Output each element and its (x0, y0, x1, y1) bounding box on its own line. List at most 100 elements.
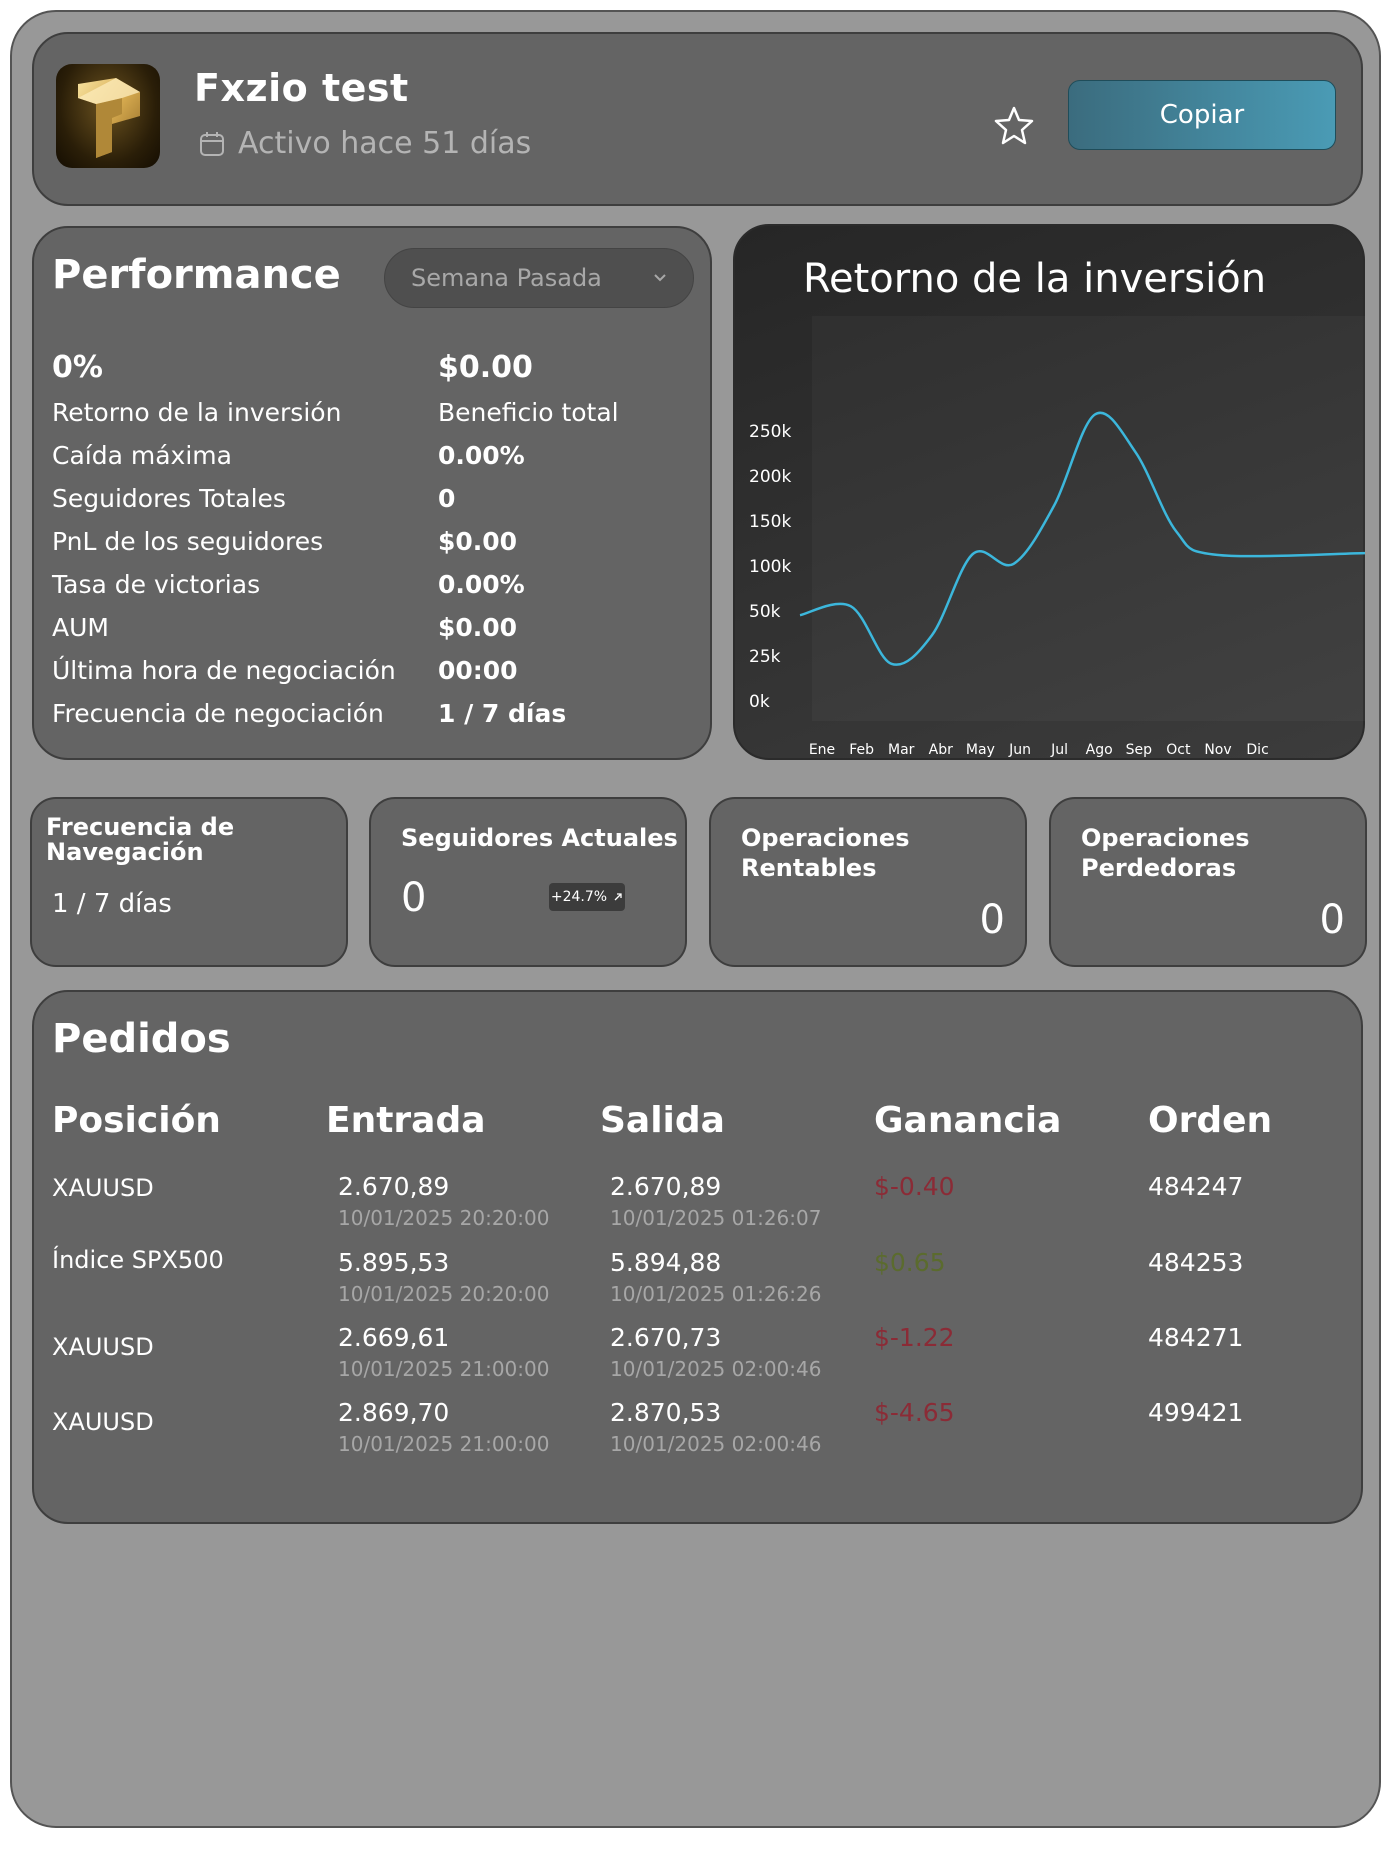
stat-row-win-rate: Tasa de victorias 0.00% (52, 570, 692, 610)
profit-cell: $-1.22 (874, 1323, 955, 1352)
stat-row-max-drawdown: Caída máxima 0.00% (52, 441, 692, 481)
table-row[interactable]: XAUUSD 2.670,89 10/01/2025 20:20:00 2.67… (34, 1172, 1365, 1248)
app-frame: Fxzio test Activo hace 51 días Copiar Pe… (10, 10, 1381, 1828)
y-tick-label: 50k (749, 602, 781, 622)
x-tick-label: Mar (888, 742, 915, 758)
performance-title: Performance (52, 252, 341, 298)
stat-value: 0.00% (438, 441, 525, 470)
entry-time: 10/01/2025 20:20:00 (338, 1206, 550, 1230)
card-value: 0 (979, 897, 1005, 943)
exit-price: 2.670,89 (610, 1172, 722, 1201)
profit-cell: $0.65 (874, 1248, 946, 1277)
stat-value: 0 (438, 484, 456, 513)
x-tick-label: May (966, 742, 995, 758)
profit-label: Beneficio total (438, 398, 619, 427)
arrow-up-right-icon (614, 893, 622, 901)
current-followers-card: Seguidores Actuales 0 +24.7% (369, 797, 687, 967)
exit-time: 10/01/2025 01:26:26 (610, 1282, 822, 1306)
stat-row-total-followers: Seguidores Totales 0 (52, 484, 692, 524)
performance-card: Performance Semana Pasada 0% $0.00 Retor… (32, 226, 712, 760)
stat-value: 00:00 (438, 656, 518, 685)
card-value: 0 (401, 875, 427, 921)
active-since: Activo hace 51 días (198, 126, 531, 161)
x-tick-label: Jul (1050, 742, 1068, 758)
stat-label: Caída máxima (52, 441, 232, 470)
stat-value: 1 / 7 días (438, 699, 567, 728)
column-header-order: Orden (1148, 1100, 1273, 1141)
stat-row-followers-pnl: PnL de los seguidores $0.00 (52, 527, 692, 567)
star-icon[interactable] (992, 104, 1036, 148)
profit-value: $0.00 (438, 350, 533, 385)
stat-row-last-trade-time: Última hora de negociación 00:00 (52, 656, 692, 696)
card-value: 1 / 7 días (52, 889, 172, 919)
logo-mark-icon (78, 78, 140, 158)
y-tick-label: 25k (749, 647, 781, 667)
entry-price: 5.895,53 (338, 1248, 450, 1277)
table-row[interactable]: XAUUSD 2.669,61 10/01/2025 21:00:00 2.67… (34, 1323, 1365, 1399)
order-id: 484271 (1148, 1323, 1244, 1352)
profit-cell: $-0.40 (874, 1172, 955, 1201)
x-tick-label: Sep (1126, 742, 1153, 758)
x-tick-label: Oct (1166, 742, 1191, 758)
symbol-cell: XAUUSD (52, 1408, 154, 1436)
stat-label: Última hora de negociación (52, 656, 396, 685)
copy-button[interactable]: Copiar (1068, 80, 1336, 150)
entry-time: 10/01/2025 20:20:00 (338, 1282, 550, 1306)
profit-cell: $-4.65 (874, 1398, 955, 1427)
stat-label: PnL de los seguidores (52, 527, 324, 556)
column-header-entry: Entrada (326, 1100, 486, 1141)
entry-price: 2.670,89 (338, 1172, 450, 1201)
stat-value: $0.00 (438, 527, 518, 556)
roi-value: 0% (52, 350, 103, 385)
y-tick-label: 250k (749, 422, 791, 442)
trend-badge: +24.7% (549, 883, 625, 911)
card-title: Seguidores Actuales (401, 824, 678, 852)
losing-trades-card: Operaciones Perdedoras 0 (1049, 797, 1367, 967)
exit-price: 2.870,53 (610, 1398, 722, 1427)
roi-line-chart: 0k 25k 50k 100k 150k 200k 250k Ene Feb Mar Abr May J… (749, 316, 1366, 758)
column-header-exit: Salida (600, 1100, 725, 1141)
stat-label: Seguidores Totales (52, 484, 286, 513)
exit-time: 10/01/2025 02:00:46 (610, 1432, 822, 1456)
period-value: Semana Pasada (411, 264, 602, 292)
trader-name: Fxzio test (194, 66, 409, 110)
x-tick-label: Feb (849, 742, 874, 758)
orders-card: Pedidos Posición Entrada Salida Ganancia… (32, 990, 1363, 1524)
entry-price: 2.869,70 (338, 1398, 450, 1427)
period-select[interactable]: Semana Pasada (384, 248, 694, 308)
trader-logo (56, 64, 160, 168)
x-tick-label: Nov (1204, 742, 1231, 758)
orders-title: Pedidos (52, 1016, 231, 1062)
x-tick-label: Dic (1246, 742, 1268, 758)
roi-label: Retorno de la inversión (52, 398, 342, 427)
nav-frequency-card: Frecuencia de Navegación 1 / 7 días (30, 797, 348, 967)
exit-price: 2.670,73 (610, 1323, 722, 1352)
stat-row-aum: AUM $0.00 (52, 613, 692, 653)
order-id: 499421 (1148, 1398, 1244, 1427)
entry-price: 2.669,61 (338, 1323, 450, 1352)
entry-time: 10/01/2025 21:00:00 (338, 1432, 550, 1456)
order-id: 484247 (1148, 1172, 1244, 1201)
stat-label: Tasa de victorias (52, 570, 261, 599)
table-row[interactable]: XAUUSD 2.869,70 10/01/2025 21:00:00 2.87… (34, 1398, 1365, 1474)
table-row[interactable]: Índice SPX500 5.895,53 10/01/2025 20:20:… (34, 1248, 1365, 1324)
card-title: Operaciones Perdedoras (1081, 824, 1250, 882)
profitable-trades-card: Operaciones Rentables 0 (709, 797, 1027, 967)
column-header-position: Posición (52, 1100, 221, 1141)
headline-values: 0% $0.00 (52, 350, 692, 390)
chevron-down-icon (654, 274, 666, 282)
stat-row-trade-frequency: Frecuencia de negociación 1 / 7 días (52, 699, 692, 739)
stat-value: $0.00 (438, 613, 518, 642)
order-id: 484253 (1148, 1248, 1244, 1277)
x-tick-label: Ene (809, 742, 835, 758)
plot-area (812, 316, 1365, 721)
exit-time: 10/01/2025 01:26:07 (610, 1206, 822, 1230)
calendar-icon (200, 131, 224, 156)
y-tick-label: 200k (749, 467, 791, 487)
entry-time: 10/01/2025 21:00:00 (338, 1357, 550, 1381)
y-tick-label: 100k (749, 557, 791, 577)
trend-value: +24.7% (550, 889, 608, 905)
symbol-cell: XAUUSD (52, 1333, 154, 1361)
stat-label: AUM (52, 613, 109, 642)
y-tick-label: 0k (749, 692, 770, 712)
